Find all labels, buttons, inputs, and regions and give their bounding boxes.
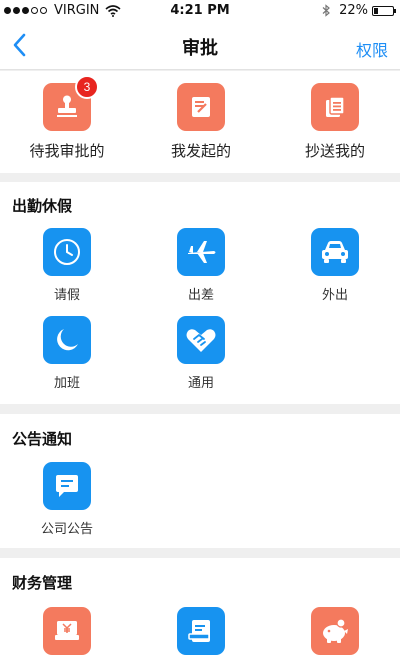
airplane-icon [188, 241, 216, 263]
attendance-section: 出勤休假 请假 出差 外出 加班 通用 [0, 182, 400, 404]
leave-item[interactable]: 请假 [7, 228, 127, 303]
business-trip-label: 出差 [187, 288, 214, 303]
stamp-icon [57, 95, 77, 117]
moon-icon [57, 329, 78, 351]
finance-item-2[interactable] [141, 607, 261, 655]
company-notice-label: 公司公告 [40, 522, 93, 537]
page-title: 审批 [182, 38, 218, 59]
status-bar: VIRGIN 4:21 PM 22% [0, 0, 400, 22]
section-title-notice: 公告通知 [12, 430, 73, 448]
finance-item-3[interactable] [275, 607, 395, 655]
business-trip-item[interactable]: 出差 [141, 228, 261, 303]
initiated-by-me-label: 我发起的 [170, 142, 231, 160]
company-notice-item[interactable]: 公司公告 [7, 462, 127, 537]
overtime-item[interactable]: 加班 [7, 316, 127, 391]
permissions-button[interactable]: 权限 [356, 37, 388, 61]
pending-count-badge: 3 [75, 75, 99, 99]
approval-shortcuts: 3 待我审批的 我发起的 抄送我的 [0, 71, 400, 173]
cc-to-me-item[interactable]: 抄送我的 [275, 83, 395, 161]
general-label: 通用 [187, 376, 214, 391]
section-title-attendance: 出勤休假 [12, 197, 73, 215]
cc-to-me-label: 抄送我的 [304, 142, 365, 160]
clock-icon [54, 239, 80, 265]
going-out-item[interactable]: 外出 [275, 228, 395, 303]
chat-bubble-icon [56, 475, 78, 497]
navigation-bar: 审批 权限 [0, 22, 400, 70]
piggy-bank-icon [323, 618, 348, 643]
pending-approval-label: 待我审批的 [29, 142, 105, 160]
battery-percent: 22% [339, 3, 368, 18]
copy-documents-icon [326, 96, 345, 117]
car-icon [322, 241, 348, 263]
bluetooth-icon [322, 4, 331, 17]
finance-section: 财务管理 [0, 558, 400, 666]
notice-section: 公告通知 公司公告 [0, 414, 400, 548]
general-item[interactable]: 通用 [141, 316, 261, 391]
payment-card-icon [188, 620, 210, 642]
overtime-label: 加班 [53, 376, 80, 391]
initiated-by-me-item[interactable]: 我发起的 [141, 83, 261, 161]
handshake-icon [186, 329, 216, 352]
section-title-finance: 财务管理 [12, 574, 73, 592]
pending-approval-item[interactable]: 3 待我审批的 [7, 75, 127, 161]
finance-item-1[interactable] [7, 607, 127, 655]
going-out-label: 外出 [321, 288, 348, 303]
leave-label: 请假 [53, 288, 80, 303]
battery-icon [372, 5, 396, 16]
edit-document-icon [192, 97, 210, 117]
yuan-wallet-icon [55, 621, 79, 640]
